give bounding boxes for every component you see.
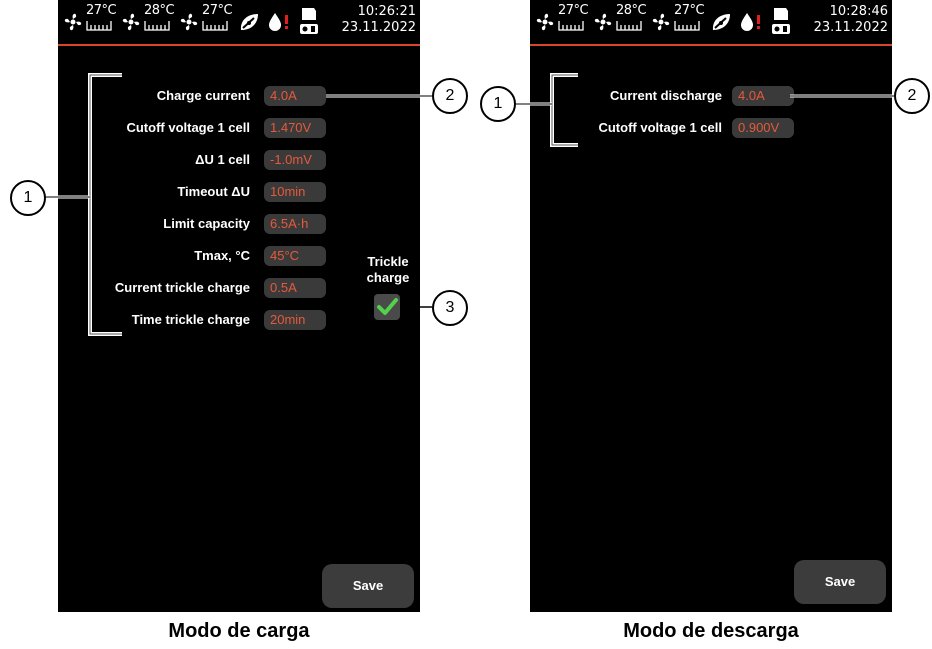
scale-icon (558, 21, 584, 31)
storage-card-icon (772, 8, 790, 34)
water-drop-alert-icon (741, 13, 760, 31)
clock: 10:26:21 23.11.2022 (342, 4, 416, 36)
fan-2-temp: 28°C (616, 3, 647, 18)
fan-icon (594, 13, 612, 31)
label-delta-u: ΔU 1 cell (195, 152, 250, 167)
fan-2-temp: 28°C (144, 3, 175, 18)
caption-charge-mode: Modo de carga (168, 620, 310, 642)
label-charge-current: Charge current (156, 88, 250, 103)
value-current-trickle[interactable]: 0.5A (264, 278, 326, 298)
label-tmax: Tmax, °C (194, 248, 250, 263)
label-timeout-delta-u: Timeout ΔU (177, 184, 250, 199)
label-limit-capacity: Limit capacity (163, 216, 250, 231)
time: 10:26:21 (357, 4, 416, 19)
value-limit-capacity[interactable]: 6.5A·h (264, 214, 326, 234)
save-button[interactable]: Save (794, 560, 886, 604)
fan-3-temp: 27°C (202, 3, 233, 18)
fan-1-temp: 27°C (86, 3, 117, 18)
save-button[interactable]: Save (322, 564, 414, 608)
label-current-discharge: Current discharge (610, 88, 722, 103)
value-charge-current[interactable]: 4.0A (264, 86, 326, 106)
clock: 10:28:46 23.11.2022 (814, 4, 888, 36)
value-timeout-delta-u[interactable]: 10min (264, 182, 326, 202)
scale-icon (86, 21, 112, 31)
scale-icon (674, 21, 700, 31)
fan-icon (536, 13, 554, 31)
charge-mode-screen: 27°C 28°C 27°C 10:26:21 23.11.2022 Charg… (58, 0, 420, 612)
fan-icon (652, 13, 670, 31)
fan-icon (64, 13, 82, 31)
fan-3-temp: 27°C (674, 3, 705, 18)
value-time-trickle[interactable]: 20min (264, 310, 326, 330)
eco-leaf-icon (712, 14, 730, 30)
water-drop-alert-icon (269, 13, 288, 31)
date: 23.11.2022 (341, 20, 416, 35)
callout-1-right: 1 (480, 86, 516, 122)
trickle-line-2: charge (366, 270, 410, 285)
label-time-trickle: Time trickle charge (131, 312, 250, 327)
discharge-mode-screen: 27°C 28°C 27°C 10:28:46 23.11.2022 Curre… (530, 0, 892, 612)
label-current-trickle: Current trickle charge (114, 280, 250, 295)
trickle-charge-label: Trickle charge (360, 254, 416, 286)
scale-icon (144, 21, 170, 31)
label-cutoff-voltage: Cutoff voltage 1 cell (126, 120, 250, 135)
date: 23.11.2022 (813, 20, 888, 35)
callout-2-left: 2 (432, 78, 468, 114)
fan-icon (180, 13, 198, 31)
scale-icon (616, 21, 642, 31)
label-cutoff-voltage: Cutoff voltage 1 cell (598, 120, 722, 135)
storage-card-icon (300, 8, 318, 34)
value-delta-u[interactable]: -1.0mV (264, 150, 326, 170)
time: 10:28:46 (829, 4, 888, 19)
value-cutoff-voltage[interactable]: 0.900V (732, 118, 794, 138)
fan-1-temp: 27°C (558, 3, 589, 18)
trickle-charge-checkbox[interactable] (374, 294, 400, 320)
callout-1-left: 1 (10, 180, 46, 216)
scale-icon (202, 21, 228, 31)
fan-icon (122, 13, 140, 31)
status-bar: 27°C 28°C 27°C (58, 0, 420, 46)
value-cutoff-voltage[interactable]: 1.470V (264, 118, 326, 138)
value-tmax[interactable]: 45°C (264, 246, 326, 266)
callout-2-right: 2 (894, 78, 930, 114)
caption-discharge-mode: Modo de descarga (623, 620, 799, 642)
callout-3-left: 3 (432, 290, 468, 326)
eco-leaf-icon (240, 14, 258, 30)
checkmark-icon (377, 298, 398, 315)
value-current-discharge[interactable]: 4.0A (732, 86, 794, 106)
status-bar: 27°C 28°C 27°C (530, 0, 892, 46)
trickle-line-1: Trickle (367, 254, 409, 269)
